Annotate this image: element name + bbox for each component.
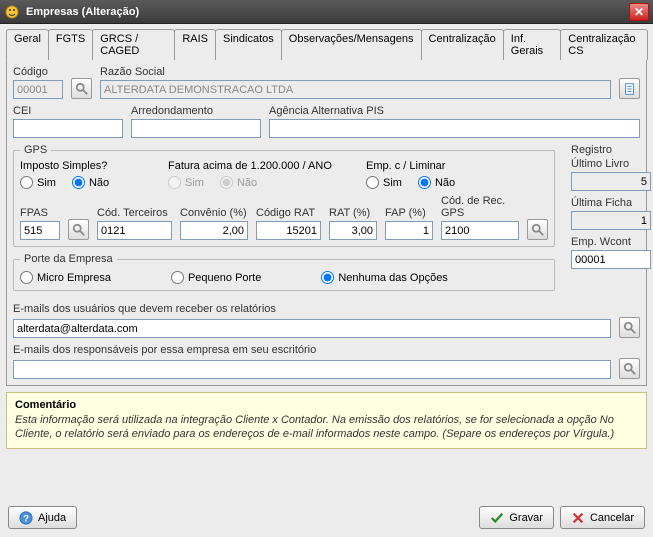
label-liminar: Emp. c / Liminar: [366, 160, 496, 172]
check-icon: [490, 511, 504, 525]
label-convenio: Convênio (%): [180, 207, 248, 219]
radio-porte-pequeno[interactable]: Pequeno Porte: [171, 271, 261, 284]
tab-grcs-caged[interactable]: GRCS / CAGED: [92, 29, 175, 60]
tab-centralizacao-cs[interactable]: Centralização CS: [560, 29, 648, 60]
fpas-input[interactable]: [20, 221, 60, 240]
label-arredondamento: Arredondamento: [131, 105, 261, 117]
label-emails-responsaveis: E-mails dos responsáveis por essa empres…: [13, 344, 640, 356]
emails-usuarios-input[interactable]: [13, 319, 611, 338]
tab-sindicatos[interactable]: Sindicatos: [215, 29, 282, 60]
tab-bar: Geral FGTS GRCS / CAGED RAIS Sindicatos …: [6, 28, 647, 60]
label-fpas: FPAS: [20, 207, 60, 219]
radio-porte-nenhuma[interactable]: Nenhuma das Opções: [321, 271, 447, 284]
window-title: Empresas (Alteração): [26, 6, 629, 18]
gps-group: GPS Imposto Simples? Sim Não Fatura acim…: [13, 144, 555, 247]
label-ultimo-livro: Último Livro: [571, 158, 651, 170]
radio-fatura-nao: Não: [220, 176, 257, 189]
tab-centralizacao[interactable]: Centralização: [421, 29, 504, 60]
ajuda-button[interactable]: ? Ajuda: [8, 506, 77, 529]
tab-geral[interactable]: Geral: [6, 29, 49, 60]
cod-terceiros-input[interactable]: [97, 221, 172, 240]
label-rat: RAT (%): [329, 207, 377, 219]
comment-text: Esta informação será utilizada na integr…: [15, 413, 638, 442]
label-cod-terceiros: Cód. Terceiros: [97, 207, 172, 219]
comment-title: Comentário: [15, 399, 638, 411]
codigo-rat-input[interactable]: [256, 221, 321, 240]
emails-responsaveis-input[interactable]: [13, 360, 611, 379]
label-agencia-pis: Agência Alternativa PIS: [269, 105, 640, 117]
fap-input[interactable]: [385, 221, 433, 240]
label-codigo-rat: Código RAT: [256, 207, 321, 219]
razao-social-input[interactable]: [100, 80, 611, 99]
titlebar: Empresas (Alteração) ✕: [0, 0, 653, 24]
cancel-icon: [571, 511, 585, 525]
tab-rais[interactable]: RAIS: [174, 29, 216, 60]
tab-fgts[interactable]: FGTS: [48, 29, 93, 60]
label-cod-rec-gps: Cód. de Rec. GPS: [441, 195, 519, 219]
radio-imposto-sim[interactable]: Sim: [20, 176, 56, 189]
ultima-ficha: [571, 211, 651, 230]
radio-fatura-sim: Sim: [168, 176, 204, 189]
radio-liminar-nao[interactable]: Não: [418, 176, 455, 189]
cei-input[interactable]: [13, 119, 123, 138]
codigo-input[interactable]: [13, 80, 63, 99]
label-fap: FAP (%): [385, 207, 433, 219]
codigo-lookup-button[interactable]: [71, 78, 92, 99]
cancelar-button[interactable]: Cancelar: [560, 506, 645, 529]
convenio-input[interactable]: [180, 221, 248, 240]
label-ultima-ficha: Última Ficha: [571, 197, 651, 209]
radio-porte-micro[interactable]: Micro Empresa: [20, 271, 111, 284]
fpas-lookup-button[interactable]: [68, 219, 89, 240]
help-icon: ?: [19, 511, 33, 525]
emails-responsaveis-lookup[interactable]: [619, 358, 640, 379]
comment-panel: Comentário Esta informação será utilizad…: [6, 392, 647, 449]
gps-legend: GPS: [20, 144, 51, 156]
radio-imposto-nao[interactable]: Não: [72, 176, 109, 189]
tab-inf-gerais[interactable]: Inf. Gerais: [503, 29, 562, 60]
tab-observacoes[interactable]: Observações/Mensagens: [281, 29, 422, 60]
razao-doc-button[interactable]: [619, 78, 640, 99]
footer: ? Ajuda Gravar Cancelar: [6, 500, 647, 531]
label-emp-wcont: Emp. Wcont: [571, 236, 651, 248]
rat-input[interactable]: [329, 221, 377, 240]
label-registro: Registro: [571, 144, 651, 156]
label-fatura: Fatura acima de 1.200.000 / ANO: [168, 160, 358, 172]
radio-liminar-sim[interactable]: Sim: [366, 176, 402, 189]
emp-wcont-input[interactable]: [571, 250, 651, 269]
porte-legend: Porte da Empresa: [20, 253, 117, 265]
cod-rec-gps-input[interactable]: [441, 221, 519, 240]
porte-group: Porte da Empresa Micro Empresa Pequeno P…: [13, 253, 555, 291]
close-button[interactable]: ✕: [629, 3, 649, 21]
label-imposto-simples: Imposto Simples?: [20, 160, 160, 172]
cod-rec-lookup-button[interactable]: [527, 219, 548, 240]
label-emails-usuarios: E-mails dos usuários que devem receber o…: [13, 303, 640, 315]
arredondamento-input[interactable]: [131, 119, 261, 138]
label-razao: Razão Social: [100, 66, 611, 78]
label-cei: CEI: [13, 105, 123, 117]
app-icon: [4, 4, 20, 20]
svg-text:?: ?: [23, 513, 29, 524]
registro-ultimo-livro: [571, 172, 651, 191]
label-codigo: Código: [13, 66, 63, 78]
emails-usuarios-lookup[interactable]: [619, 317, 640, 338]
tabpage-geral: Código Razão Social CEI Arredondamento: [6, 60, 647, 386]
gravar-button[interactable]: Gravar: [479, 506, 554, 529]
agencia-pis-input[interactable]: [269, 119, 640, 138]
